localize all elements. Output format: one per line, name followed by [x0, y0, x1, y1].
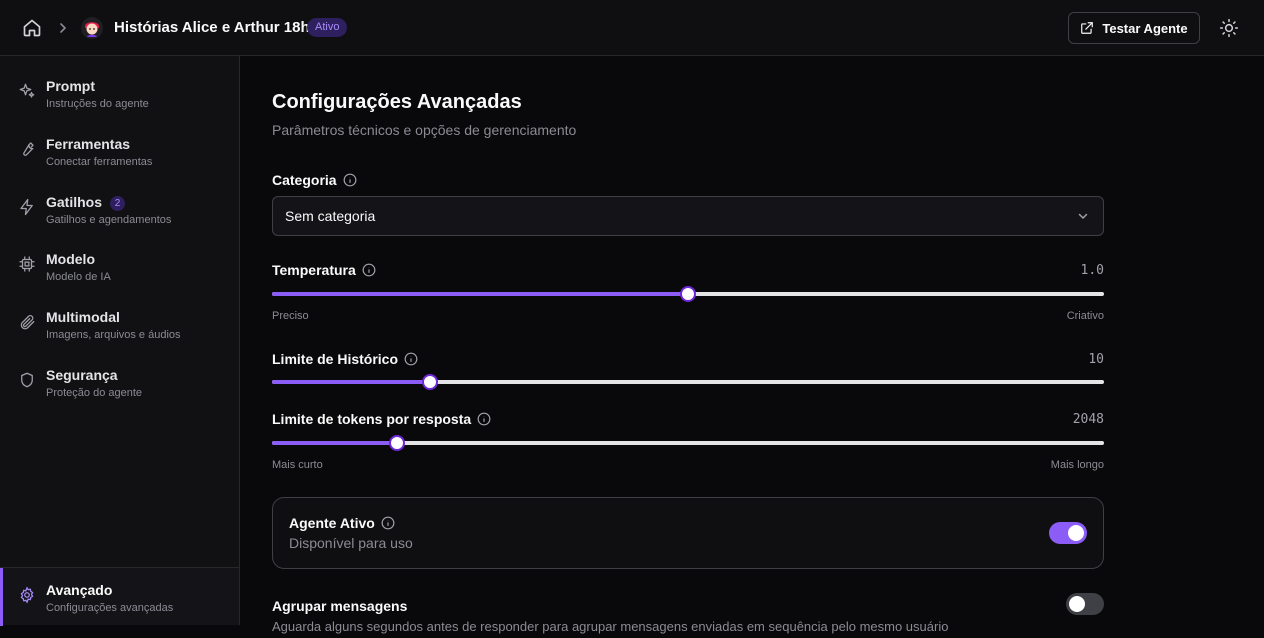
sidebar-item-model[interactable]: Modelo Modelo de IA — [0, 251, 239, 307]
group-messages-sublabel: Aguarda alguns segundos antes de respond… — [272, 619, 949, 634]
category-select-value: Sem categoria — [285, 208, 376, 224]
group-messages-label: Agrupar mensagens — [272, 598, 408, 614]
advanced-settings-panel: Configurações Avançadas Parâmetros técni… — [240, 56, 1264, 634]
agent-name: Histórias Alice e Arthur 18h — [114, 19, 310, 36]
info-icon[interactable] — [343, 173, 357, 187]
history-label: Limite de Histórico — [272, 351, 418, 367]
toggle-knob — [1069, 596, 1085, 612]
sidebar-item-subtitle: Configurações avançadas — [46, 602, 174, 614]
sidebar-item-title: Ferramentas — [46, 136, 131, 152]
tokens-label-text: Limite de tokens por resposta — [272, 411, 472, 427]
sidebar-item-subtitle: Instruções do agente — [46, 98, 149, 110]
sidebar-item-prompt[interactable]: Prompt Instruções do agente — [0, 78, 239, 134]
gear-icon — [20, 586, 34, 604]
agent-active-sublabel: Disponível para uso — [289, 535, 413, 551]
settings-sidebar: Prompt Instruções do agente Ferramentas … — [0, 56, 240, 626]
temperature-label: Temperatura — [272, 262, 376, 278]
info-icon[interactable] — [477, 412, 491, 426]
sidebar-item-subtitle: Imagens, arquivos e áudios — [46, 329, 181, 341]
page-title: Configurações Avançadas — [272, 91, 522, 113]
tokens-label: Limite de tokens por resposta — [272, 411, 491, 427]
agent-active-label: Agente Ativo — [289, 515, 375, 531]
agent-avatar — [81, 17, 103, 39]
category-label-text: Categoria — [272, 172, 337, 188]
agent-active-toggle[interactable] — [1049, 522, 1087, 544]
test-agent-button[interactable]: Testar Agente — [1068, 12, 1200, 44]
sidebar-item-advanced[interactable]: Avançado Configurações avançadas — [0, 567, 239, 626]
slider-fill — [272, 441, 397, 445]
test-agent-label: Testar Agente — [1102, 20, 1188, 36]
slider-fill — [272, 380, 430, 384]
sidebar-item-title: Multimodal — [46, 309, 120, 325]
info-icon[interactable] — [362, 263, 376, 277]
top-header: Histórias Alice e Arthur 18h Ativo Testa… — [0, 0, 1264, 56]
temperature-label-text: Temperatura — [272, 262, 356, 278]
info-icon[interactable] — [404, 352, 418, 366]
temperature-slider[interactable] — [272, 286, 1104, 302]
temperature-max-label: Criativo — [1066, 310, 1104, 322]
sidebar-item-subtitle: Conectar ferramentas — [46, 156, 153, 168]
sidebar-item-title: Gatilhos — [46, 194, 103, 210]
lightning-icon — [20, 198, 33, 216]
temperature-value: 1.0 — [1080, 263, 1104, 278]
sidebar-item-advanced-content: Avançado Configurações avançadas — [0, 582, 239, 638]
sidebar-item-subtitle: Gatilhos e agendamentos — [46, 214, 172, 226]
sparkles-icon — [19, 83, 35, 98]
shield-icon — [21, 372, 33, 388]
tokens-min-label: Mais curto — [272, 459, 323, 471]
toggle-knob — [1068, 525, 1084, 541]
sidebar-item-subtitle: Modelo de IA — [46, 271, 111, 283]
sidebar-item-title: Avançado — [46, 582, 113, 598]
group-messages-toggle[interactable] — [1066, 593, 1104, 615]
chevron-down-icon — [1078, 213, 1088, 220]
status-badge: Ativo — [307, 18, 348, 37]
sidebar-item-title: Modelo — [46, 251, 95, 267]
tokens-slider[interactable] — [272, 435, 1104, 451]
category-select[interactable]: Sem categoria — [272, 196, 1104, 236]
tokens-max-label: Mais longo — [1050, 459, 1104, 471]
sidebar-item-tools[interactable]: Ferramentas Conectar ferramentas — [0, 136, 239, 192]
history-value: 10 — [1088, 352, 1104, 367]
slider-thumb[interactable] — [422, 374, 438, 390]
chevron-right-icon — [60, 23, 67, 33]
sidebar-item-multimodal[interactable]: Multimodal Imagens, arquivos e áudios — [0, 309, 239, 365]
tokens-value: 2048 — [1072, 412, 1104, 427]
paperclip-icon — [20, 315, 35, 330]
history-slider[interactable] — [272, 374, 1104, 390]
agent-active-card: Agente Ativo Disponível para uso — [272, 497, 1104, 569]
agent-active-title: Agente Ativo — [289, 515, 395, 531]
wrench-icon — [23, 142, 34, 156]
sidebar-item-title: Segurança — [46, 367, 118, 383]
home-icon[interactable] — [22, 18, 42, 38]
external-link-icon — [1081, 22, 1094, 34]
triggers-count-badge: 2 — [110, 196, 125, 211]
temperature-min-label: Preciso — [272, 310, 309, 322]
sun-icon[interactable] — [1219, 18, 1239, 38]
slider-fill — [272, 292, 688, 296]
info-icon[interactable] — [381, 516, 395, 530]
sidebar-item-title: Prompt — [46, 78, 95, 94]
slider-thumb[interactable] — [389, 435, 405, 451]
category-label: Categoria — [272, 172, 357, 188]
slider-thumb[interactable] — [680, 286, 696, 302]
sidebar-item-triggers[interactable]: Gatilhos 2 Gatilhos e agendamentos — [0, 194, 239, 250]
cpu-icon — [19, 256, 35, 272]
sidebar-item-security[interactable]: Segurança Proteção do agente — [0, 367, 239, 423]
sidebar-item-subtitle: Proteção do agente — [46, 387, 143, 399]
page-subtitle: Parâmetros técnicos e opções de gerencia… — [272, 122, 577, 138]
history-label-text: Limite de Histórico — [272, 351, 399, 367]
